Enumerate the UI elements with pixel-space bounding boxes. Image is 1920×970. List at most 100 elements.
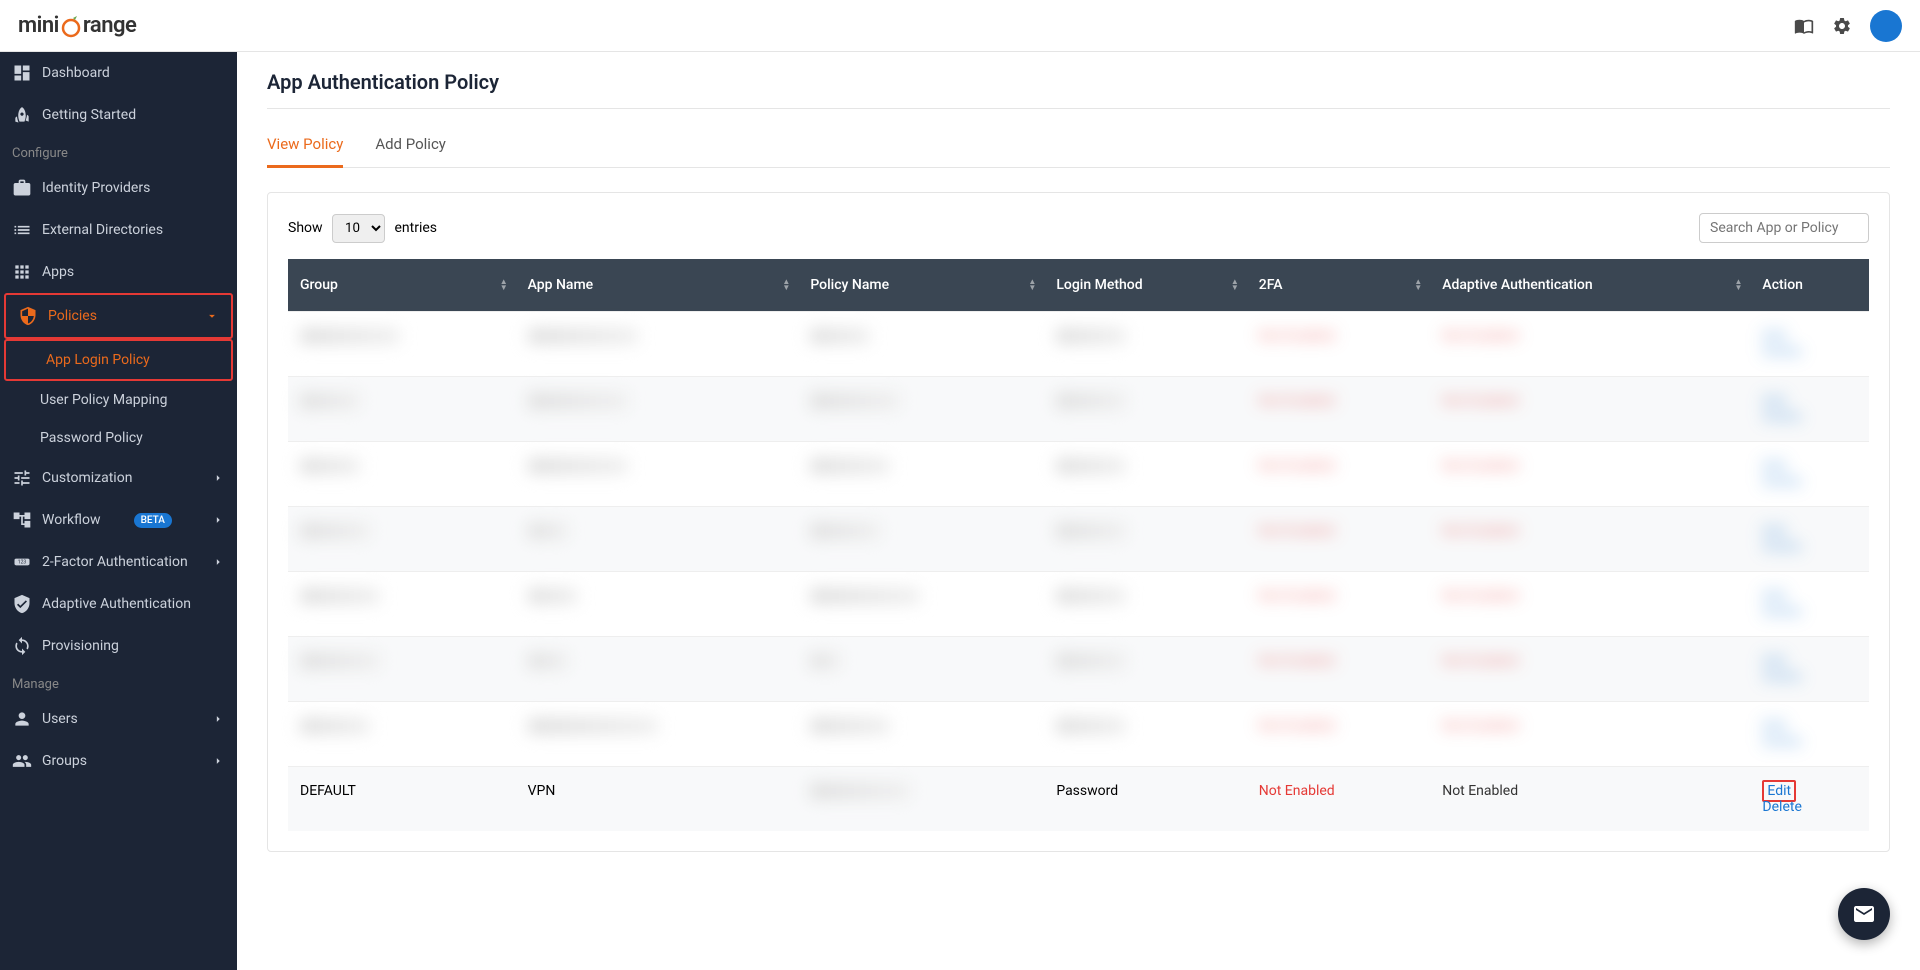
shield-icon — [18, 306, 38, 326]
sidebar-section-manage: Manage — [0, 667, 237, 698]
svg-text:123: 123 — [18, 560, 27, 566]
chevron-right-icon — [211, 712, 225, 726]
tab-add-policy[interactable]: Add Policy — [375, 117, 446, 167]
col-2fa[interactable]: 2FA▲▼ — [1247, 259, 1430, 312]
table-row: Not Enabled Not Enabled EditDelete — [288, 312, 1869, 377]
table-row: Not Enabled Not Enabled EditDelete — [288, 507, 1869, 572]
sort-icon: ▲▼ — [1735, 279, 1743, 291]
beta-badge: BETA — [134, 513, 172, 528]
sidebar-label: Policies — [48, 308, 97, 324]
col-policy-name[interactable]: Policy Name▲▼ — [798, 259, 1044, 312]
table-row: Not Enabled Not Enabled EditDelete — [288, 377, 1869, 442]
sidebar-section-configure: Configure — [0, 136, 237, 167]
entries-select[interactable]: 10 — [332, 214, 385, 243]
chevron-right-icon — [211, 471, 225, 485]
logo-o-icon — [59, 14, 83, 38]
avatar[interactable] — [1870, 10, 1902, 42]
logo-text-mini: mini — [18, 13, 59, 38]
user-icon — [12, 709, 32, 729]
list-icon — [12, 220, 32, 240]
table-row: Not Enabled Not Enabled EditDelete — [288, 442, 1869, 507]
chat-fab[interactable] — [1838, 888, 1890, 940]
cell-group: DEFAULT — [288, 767, 516, 832]
page-title: App Authentication Policy — [267, 52, 1890, 109]
sidebar-label: App Login Policy — [46, 352, 150, 368]
col-group[interactable]: Group▲▼ — [288, 259, 516, 312]
tabs: View Policy Add Policy — [267, 117, 1890, 168]
sidebar-label: 2-Factor Authentication — [42, 554, 188, 570]
customize-icon — [12, 468, 32, 488]
chevron-right-icon — [211, 513, 225, 527]
sidebar-label: Getting Started — [42, 107, 136, 123]
apps-icon — [12, 262, 32, 282]
briefcase-icon — [12, 178, 32, 198]
sidebar-sub-app-login-policy[interactable]: App Login Policy — [6, 341, 231, 379]
col-app-name[interactable]: App Name▲▼ — [516, 259, 799, 312]
shield-check-icon — [12, 594, 32, 614]
sidebar-item-provisioning[interactable]: Provisioning — [0, 625, 237, 667]
sidebar-label: Users — [42, 711, 78, 727]
sidebar-item-workflow[interactable]: Workflow BETA — [0, 499, 237, 541]
sidebar-item-customization[interactable]: Customization — [0, 457, 237, 499]
sort-icon: ▲▼ — [1028, 279, 1036, 291]
sidebar-sub-password-policy[interactable]: Password Policy — [0, 419, 237, 457]
docs-icon[interactable] — [1794, 16, 1814, 36]
sidebar-item-getting-started[interactable]: Getting Started — [0, 94, 237, 136]
policy-table: Group▲▼ App Name▲▼ Policy Name▲▼ Login M… — [288, 259, 1869, 831]
sidebar-label: Provisioning — [42, 638, 119, 654]
col-action: Action — [1750, 259, 1869, 312]
cell-2fa: Not Enabled — [1247, 767, 1430, 832]
sidebar-label: Password Policy — [40, 430, 143, 446]
chevron-down-icon — [205, 309, 219, 323]
tab-view-policy[interactable]: View Policy — [267, 117, 343, 168]
sort-icon: ▲▼ — [500, 279, 508, 291]
sidebar-item-groups[interactable]: Groups — [0, 740, 237, 782]
table-row: Not Enabled Not Enabled EditDelete — [288, 637, 1869, 702]
sidebar-label: Identity Providers — [42, 180, 150, 196]
sidebar-item-policies[interactable]: Policies — [6, 295, 231, 337]
table-row: Not Enabled Not Enabled EditDelete — [288, 572, 1869, 637]
workflow-icon — [12, 510, 32, 530]
sidebar-item-identity-providers[interactable]: Identity Providers — [0, 167, 237, 209]
gear-icon[interactable] — [1832, 16, 1852, 36]
sidebar-item-adaptive-auth[interactable]: Adaptive Authentication — [0, 583, 237, 625]
sidebar-label: Groups — [42, 753, 87, 769]
cell-app-name: VPN — [516, 767, 799, 832]
col-adaptive-auth[interactable]: Adaptive Authentication▲▼ — [1430, 259, 1750, 312]
sidebar-item-2fa[interactable]: 123 2-Factor Authentication — [0, 541, 237, 583]
sort-icon: ▲▼ — [1414, 279, 1422, 291]
chevron-right-icon — [211, 754, 225, 768]
cell-adaptive: Not Enabled — [1430, 767, 1750, 832]
sidebar-label: Adaptive Authentication — [42, 596, 191, 612]
main-content: App Authentication Policy View Policy Ad… — [237, 52, 1920, 970]
entries-control: Show 10 entries — [288, 214, 437, 243]
sidebar-item-dashboard[interactable]: Dashboard — [0, 52, 237, 94]
sidebar-label: User Policy Mapping — [40, 392, 167, 408]
sidebar-label: Dashboard — [42, 65, 110, 81]
cell-action: Edit Delete — [1750, 767, 1869, 832]
panel: Show 10 entries Group▲▼ App Name▲▼ Polic… — [267, 192, 1890, 852]
sidebar-label: External Directories — [42, 222, 163, 238]
groups-icon — [12, 751, 32, 771]
sidebar-label: Workflow — [42, 512, 101, 528]
sidebar-label: Customization — [42, 470, 132, 486]
entries-label: entries — [395, 220, 438, 236]
mail-icon — [1852, 902, 1876, 926]
sidebar-sub-user-policy-mapping[interactable]: User Policy Mapping — [0, 381, 237, 419]
logo[interactable]: mini range — [18, 13, 136, 38]
dashboard-icon — [12, 63, 32, 83]
sidebar-label: Apps — [42, 264, 74, 280]
sidebar-item-users[interactable]: Users — [0, 698, 237, 740]
cell-login-method: Password — [1044, 767, 1246, 832]
delete-link[interactable]: Delete — [1762, 799, 1801, 815]
show-label: Show — [288, 220, 323, 236]
chevron-right-icon — [211, 555, 225, 569]
col-login-method[interactable]: Login Method▲▼ — [1044, 259, 1246, 312]
sidebar-item-external-directories[interactable]: External Directories — [0, 209, 237, 251]
pin-icon: 123 — [12, 552, 32, 572]
sort-icon: ▲▼ — [782, 279, 790, 291]
sidebar-item-apps[interactable]: Apps — [0, 251, 237, 293]
search-input[interactable] — [1699, 213, 1869, 243]
sidebar: Dashboard Getting Started Configure Iden… — [0, 52, 237, 970]
sort-icon: ▲▼ — [1231, 279, 1239, 291]
